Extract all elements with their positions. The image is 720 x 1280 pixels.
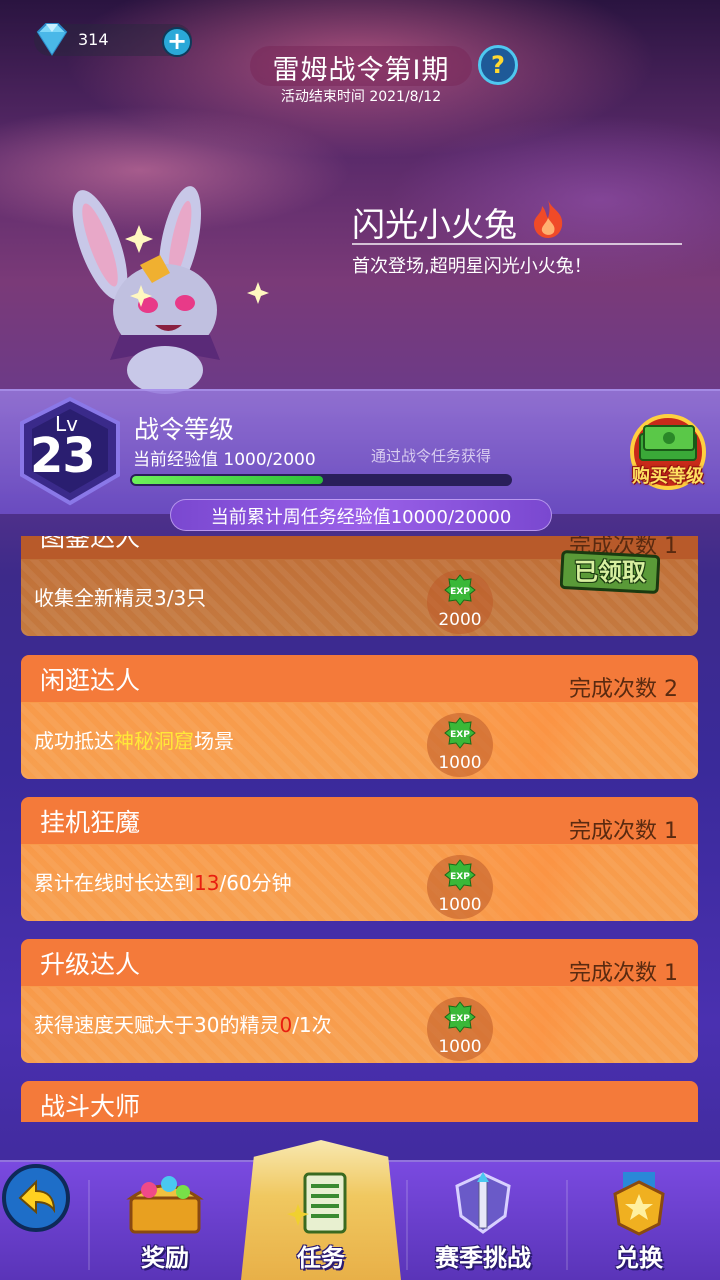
back-arrow-icon <box>18 1179 56 1215</box>
exp-icon: EXP <box>444 717 476 749</box>
task-completion-count: 完成次数 2 <box>569 677 678 702</box>
weekly-exp-text: 当前累计周任务经验值10000/20000 <box>210 507 512 528</box>
pet-description: 首次登场,超明星闪光小火兔！ <box>352 256 592 277</box>
fire-icon <box>534 200 563 238</box>
bunny-character-image <box>72 186 269 394</box>
treasure-chest-icon <box>126 1176 204 1234</box>
nav-label-rewards: 奖励 <box>141 1244 189 1272</box>
exp-hint: 通过战令任务获得 <box>371 447 492 465</box>
task-list[interactable]: 图鉴达人 完成次数 1 收集全新精灵3/3只 EXP 2000 已领取 闲逛达人… <box>0 536 720 1122</box>
task-name: 挂机狂魔 <box>40 808 141 837</box>
task-card: 闲逛达人 完成次数 2 成功抵达神秘洞窟场景 EXP 1000 <box>21 655 698 779</box>
task-completion-count: 完成次数 1 <box>569 961 678 986</box>
sword-shield-icon <box>455 1172 511 1234</box>
page-title: 雷姆战令第Ⅰ期 <box>272 55 450 86</box>
task-description: 累计在线时长达到13/60分钟 <box>34 871 292 895</box>
pet-name: 闪光小火兔 <box>352 205 517 244</box>
task-card: 图鉴达人 完成次数 1 收集全新精灵3/3只 EXP 2000 已领取 <box>21 536 698 636</box>
exp-reward: EXP 1000 <box>427 713 493 777</box>
diamond-icon <box>36 23 68 56</box>
task-card: 挂机狂魔 完成次数 1 累计在线时长达到13/60分钟 EXP 1000 <box>21 797 698 921</box>
task-scroll-icon <box>287 1172 347 1234</box>
task-completion-count: 完成次数 1 <box>569 819 678 844</box>
exp-progress-bar <box>130 474 512 486</box>
cash-stack-icon <box>630 414 706 490</box>
task-name: 闲逛达人 <box>40 666 141 695</box>
task-description: 成功抵达神秘洞窟场景 <box>34 729 234 753</box>
task-card: 战斗大师 <box>21 1081 698 1122</box>
task-card: 升级达人 完成次数 1 获得速度天赋大于30的精灵0/1次 EXP 1000 <box>21 939 698 1063</box>
current-exp-label: 当前经验值 1000/2000 <box>133 450 316 470</box>
nav-label-season-challenge: 赛季挑战 <box>435 1244 531 1272</box>
exp-icon: EXP <box>444 574 476 606</box>
task-name: 图鉴达人 <box>40 536 141 552</box>
nav-tab-exchange[interactable]: 兑换 <box>564 1160 714 1280</box>
exp-amount: 2000 <box>438 610 482 630</box>
exp-reward: EXP 1000 <box>427 997 493 1061</box>
add-currency-button[interactable]: + <box>162 27 192 57</box>
nav-label-exchange: 兑换 <box>615 1244 663 1272</box>
exp-reward: EXP 2000 <box>427 570 493 634</box>
exp-amount: 1000 <box>438 1037 482 1057</box>
svg-text:EXP: EXP <box>450 587 470 597</box>
pass-level-title: 战令等级 <box>134 415 235 444</box>
svg-text:EXP: EXP <box>450 872 470 882</box>
name-divider <box>352 243 682 245</box>
exp-amount: 1000 <box>438 895 482 915</box>
exp-icon: EXP <box>444 1001 476 1033</box>
task-description: 收集全新精灵3/3只 <box>34 586 207 610</box>
currency-value: 314 <box>78 30 109 49</box>
back-button[interactable] <box>2 1164 70 1232</box>
claimed-label: 已领取 <box>574 558 646 586</box>
svg-text:EXP: EXP <box>450 730 470 740</box>
task-description: 获得速度天赋大于30的精灵0/1次 <box>34 1013 332 1037</box>
nav-label-tasks: 任务 <box>297 1244 345 1272</box>
exp-icon: EXP <box>444 859 476 891</box>
exp-progress-fill <box>132 476 323 484</box>
svg-text:EXP: EXP <box>450 1014 470 1024</box>
help-button[interactable]: ? <box>478 45 518 85</box>
buy-level-label: 购买等级 <box>632 466 704 487</box>
nav-tab-season-challenge[interactable]: 赛季挑战 <box>408 1160 558 1280</box>
exp-amount: 1000 <box>438 753 482 773</box>
exchange-medal-icon <box>613 1172 665 1236</box>
level-number: 23 <box>30 428 96 484</box>
event-end-time: 活动结束时间 2021/8/12 <box>280 89 442 105</box>
nav-tab-tasks[interactable]: 任务 <box>246 1160 396 1280</box>
task-name: 升级达人 <box>40 950 141 979</box>
exp-reward: EXP 1000 <box>427 855 493 919</box>
nav-tab-rewards[interactable]: 奖励 <box>90 1160 240 1280</box>
task-name: 战斗大师 <box>40 1092 141 1121</box>
